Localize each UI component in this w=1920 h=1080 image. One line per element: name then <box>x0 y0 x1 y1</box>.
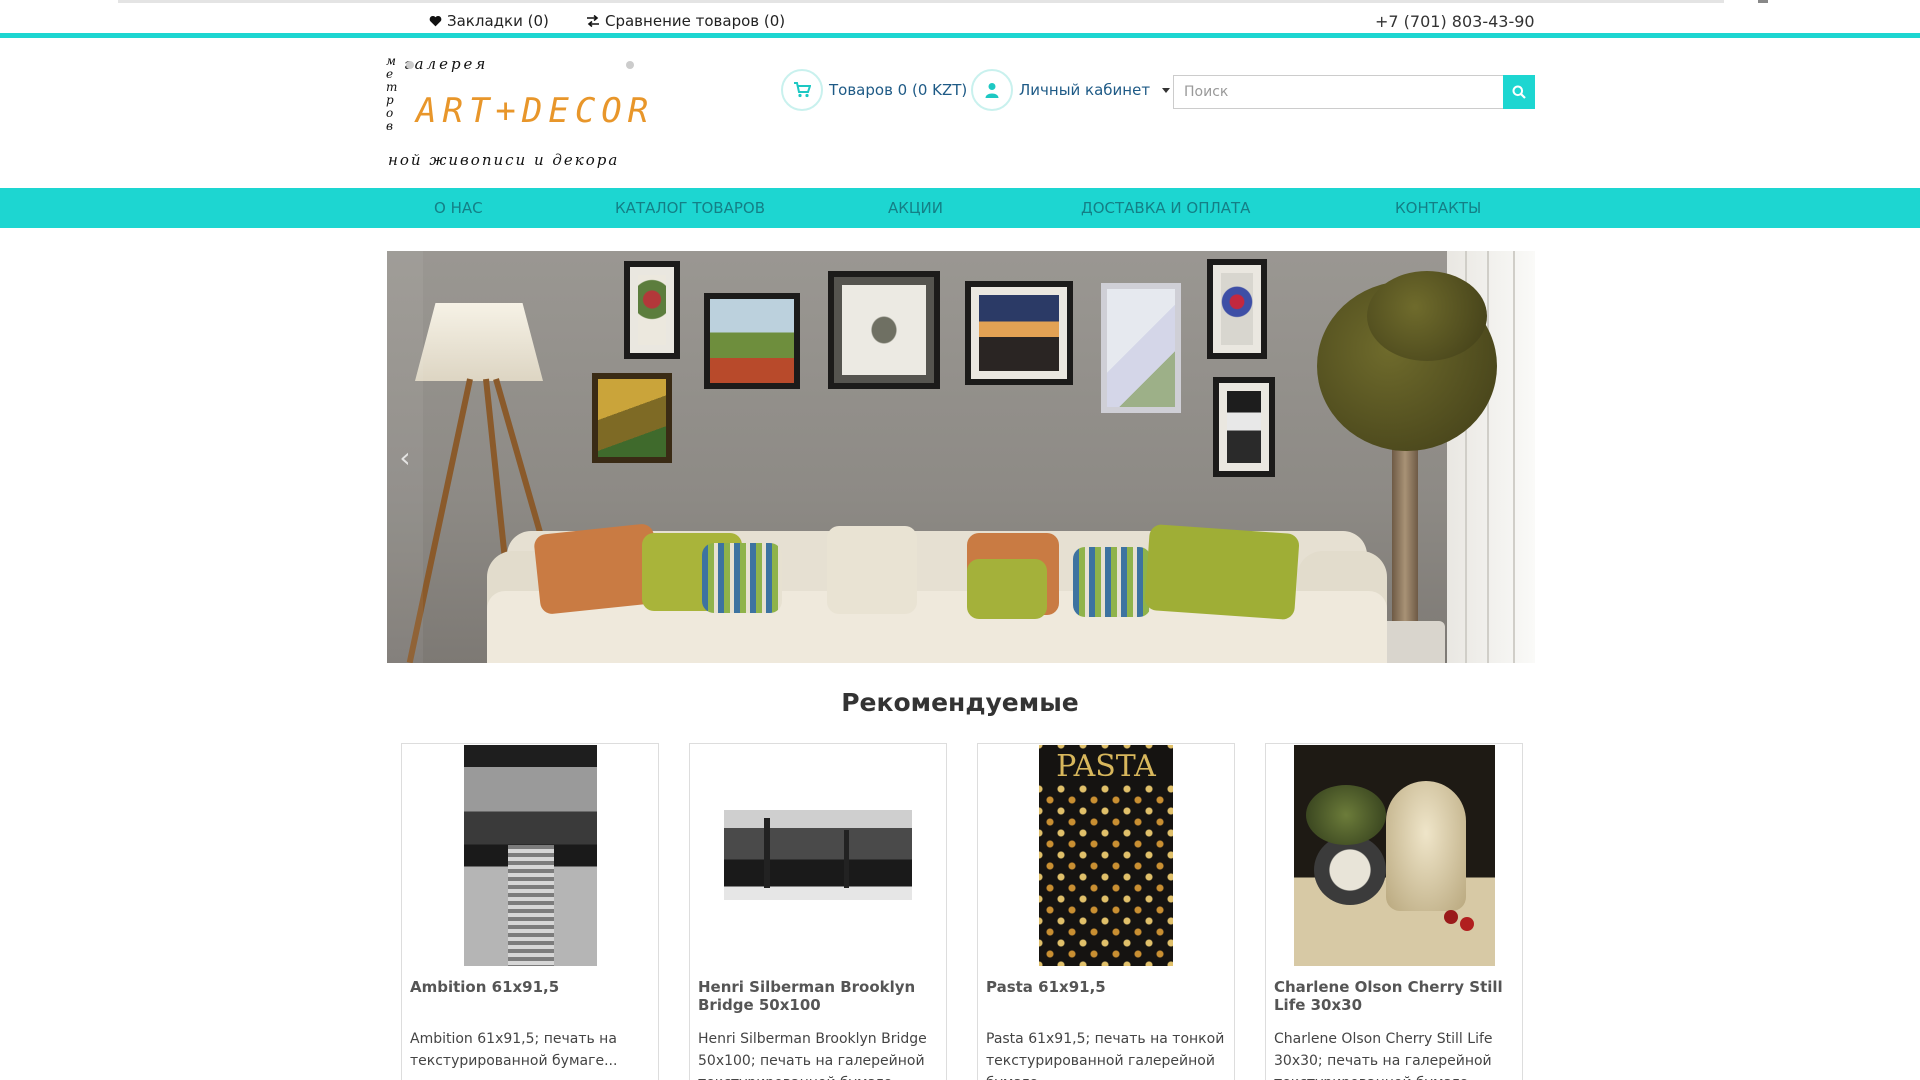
product-card: Charlene Olson Cherry Still Life 30x30 C… <box>1265 743 1523 1080</box>
phone-number: +7 (701) 803-43-90 <box>1375 12 1535 31</box>
logo-dot <box>626 61 634 69</box>
exchange-icon <box>587 15 599 27</box>
site-logo[interactable]: м е т р о в галерея ART+DECOR ной живопи… <box>386 54 648 175</box>
product-card: Ambition 61x91,5 Ambition 61x91,5; печат… <box>401 743 659 1080</box>
cart-link[interactable]: Товаров 0 (0 KZT) <box>781 69 967 111</box>
browser-strip <box>118 0 1724 3</box>
pillow <box>1073 547 1151 617</box>
chevron-left-icon: ‹ <box>399 440 411 474</box>
wall-painting <box>1213 377 1275 477</box>
product-description: Pasta 61x91,5; печать на тонкой текстури… <box>986 1031 1225 1080</box>
compare-link[interactable]: Сравнение товаров (0) <box>586 12 785 30</box>
bookmarks-link[interactable]: Закладки (0) <box>429 12 549 30</box>
wall-painting <box>828 271 940 389</box>
strip-marker <box>1758 0 1768 3</box>
user-icon <box>985 83 999 98</box>
account-dropdown[interactable]: Личный кабинет <box>971 69 1171 111</box>
cart-icon-circle <box>781 69 823 111</box>
logo-top-line: галерея <box>404 55 489 73</box>
product-description: Charlene Olson Cherry Still Life 30x30; … <box>1274 1031 1493 1080</box>
wall-painting <box>592 373 672 463</box>
image-detail <box>844 830 849 888</box>
cart-icon <box>794 82 811 98</box>
image-detail <box>1385 780 1466 911</box>
logo-dot <box>406 61 414 69</box>
lamp-shade <box>415 303 543 381</box>
search-input[interactable] <box>1173 75 1503 109</box>
top-bar: Закладки (0) Сравнение товаров (0) +7 (7… <box>0 0 1920 38</box>
product-title[interactable]: Henri Silberman Brooklyn Bridge 50x100 <box>698 978 938 1014</box>
image-detail <box>764 818 770 888</box>
compare-label: Сравнение товаров (0) <box>605 12 786 30</box>
pillow <box>827 526 917 614</box>
image-detail <box>1305 784 1386 845</box>
product-image-link[interactable]: PASTA <box>978 744 1234 966</box>
tree-foliage <box>1367 271 1487 361</box>
window-frame-line <box>1487 251 1489 663</box>
pillow <box>702 543 782 613</box>
window-frame-line <box>1513 251 1515 663</box>
product-image-link[interactable] <box>402 744 658 966</box>
image-detail <box>507 844 554 966</box>
heart-icon <box>429 15 442 27</box>
wall-painting <box>965 281 1073 385</box>
main-nav: О НАС КАТАЛОГ ТОВАРОВ АКЦИИ ДОСТАВКА И О… <box>0 188 1920 228</box>
nav-item-catalog[interactable]: КАТАЛОГ ТОВАРОВ <box>615 188 765 228</box>
logo-bottom-line: ной живописи и декора <box>388 151 620 169</box>
product-title[interactable]: Ambition 61x91,5 <box>410 978 650 996</box>
product-image <box>463 744 597 966</box>
nav-item-promotions[interactable]: АКЦИИ <box>888 188 943 228</box>
caret-down-icon <box>1162 87 1171 93</box>
slider-prev-button[interactable]: ‹ <box>387 251 423 663</box>
image-detail <box>1443 909 1458 924</box>
search-button[interactable] <box>1503 75 1535 109</box>
image-detail: PASTA <box>1039 748 1173 784</box>
logo-brand-text: ART+DECOR <box>416 91 655 131</box>
product-card: PASTA Pasta 61x91,5 Pasta 61x91,5; печат… <box>977 743 1235 1080</box>
nav-item-contacts[interactable]: КОНТАКТЫ <box>1395 188 1481 228</box>
nav-item-delivery[interactable]: ДОСТАВКА И ОПЛАТА <box>1081 188 1250 228</box>
image-detail <box>1459 916 1474 931</box>
logo-vertical-text: м е т р о в <box>386 54 398 133</box>
product-title[interactable]: Charlene Olson Cherry Still Life 30x30 <box>1274 978 1514 1014</box>
wall-painting <box>704 293 800 389</box>
product-image <box>1293 744 1495 966</box>
product-title[interactable]: Pasta 61x91,5 <box>986 978 1226 996</box>
search-box <box>1173 75 1535 109</box>
product-image-link[interactable] <box>690 744 946 966</box>
bookmarks-label: Закладки (0) <box>447 12 549 30</box>
wall-painting <box>1101 283 1181 413</box>
search-icon <box>1512 85 1526 99</box>
image-detail <box>1313 834 1386 905</box>
pillow <box>1144 523 1300 621</box>
nav-item-about[interactable]: О НАС <box>434 188 483 228</box>
pillow <box>967 559 1047 619</box>
product-image <box>724 810 912 900</box>
product-card: Henri Silberman Brooklyn Bridge 50x100 H… <box>689 743 947 1080</box>
product-description: Henri Silberman Brooklyn Bridge 50x100; … <box>698 1031 927 1080</box>
product-description: Ambition 61x91,5; печать на текстурирова… <box>410 1031 618 1069</box>
product-image: PASTA <box>1039 744 1173 966</box>
cart-label: Товаров 0 (0 KZT) <box>829 81 968 99</box>
product-image-link[interactable] <box>1266 744 1522 966</box>
account-icon-circle <box>971 69 1013 111</box>
wall-painting <box>624 261 680 359</box>
featured-title: Рекомендуемые <box>841 688 1079 717</box>
wall-painting <box>1207 259 1267 359</box>
banner-slider[interactable]: ‹ <box>387 251 1535 663</box>
account-label: Личный кабинет <box>1019 81 1151 99</box>
